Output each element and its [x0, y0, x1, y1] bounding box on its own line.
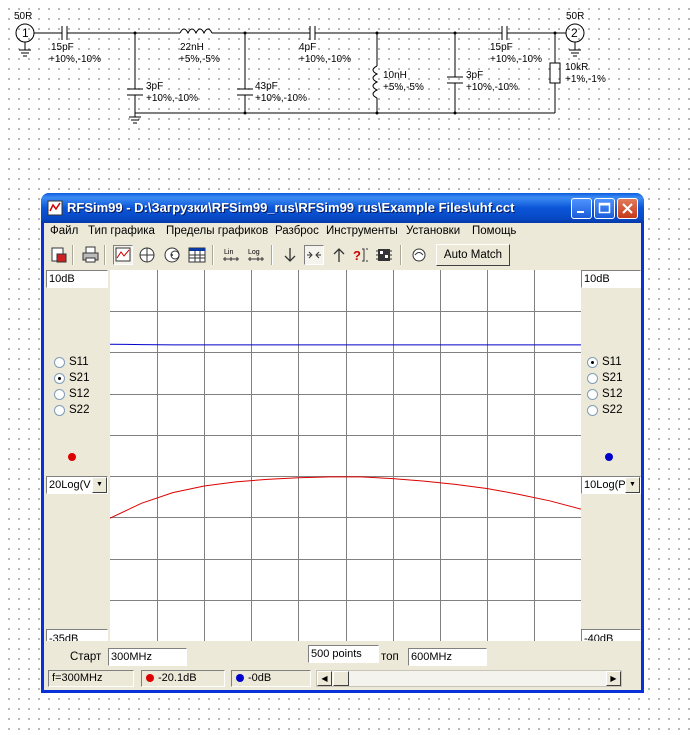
left-format-select[interactable]: 20Log(V ▼ — [46, 476, 108, 494]
l1-value: 22nH — [180, 42, 204, 53]
menu-graph-type[interactable]: Тип графика — [88, 225, 155, 237]
radio-button[interactable] — [54, 405, 65, 416]
trace-s11 — [110, 343, 581, 346]
l2-value: 10nH — [383, 70, 407, 81]
red-dot-icon — [146, 674, 154, 682]
table-icon[interactable] — [187, 245, 207, 265]
c3-tolerance: +10%,-10% — [255, 93, 307, 104]
r1-value: 10kR — [565, 62, 588, 73]
arrow-up-icon[interactable] — [329, 245, 349, 265]
menu-bar: Файл Тип графика Пределы графиков Разбро… — [44, 223, 641, 241]
radio-button[interactable] — [54, 389, 65, 400]
status-red-readout: -20.1dB — [141, 670, 225, 687]
l1-tolerance: +5%,-5% — [179, 54, 220, 65]
polar-plot-icon[interactable] — [137, 245, 157, 265]
menu-file[interactable]: Файл — [50, 225, 78, 237]
c1-tolerance: +10%,-10% — [49, 54, 101, 65]
menu-tolerance[interactable]: Разброс — [275, 225, 319, 237]
radio-button-selected[interactable] — [587, 357, 598, 368]
svg-text:Log: Log — [248, 249, 260, 256]
left-axis-panel: 10dB S11 S21 S12 S22 20Log(V ▼ -35dB — [44, 270, 108, 641]
radio-button[interactable] — [54, 357, 65, 368]
log-scale-icon[interactable]: Log — [246, 245, 266, 265]
status-frequency: f=300MHz — [48, 670, 134, 687]
rect-plot-icon[interactable] — [113, 245, 133, 265]
port1-impedance: 50R — [14, 11, 32, 22]
right-format-select[interactable]: 10Log(P ▼ — [581, 476, 641, 494]
radio-button[interactable] — [587, 389, 598, 400]
start-frequency-input[interactable]: 300MHz — [108, 648, 187, 666]
app-icon — [47, 200, 63, 216]
response-plot — [110, 270, 581, 641]
blue-dot-icon — [236, 674, 244, 682]
minimize-icon — [577, 211, 584, 213]
right-axis-panel: 10dB S11 S21 S12 S22 10Log(P ▼ -40dB — [581, 270, 641, 641]
points-input[interactable]: 500 points — [308, 645, 379, 663]
maximize-button[interactable] — [594, 198, 615, 219]
port2-number: 2 — [571, 26, 578, 40]
l2-tolerance: +5%,-5% — [383, 82, 424, 93]
circuit-schematic: 50R 1 50R 2 15pF +10%,-10% 3pF +10%,-10%… — [14, 11, 606, 124]
radio-button[interactable] — [587, 405, 598, 416]
c5-tolerance: +10%,-10% — [466, 82, 518, 93]
rfsim-window: RFSim99 - D:\Загрузки\RFSim99_rus\RFSim9… — [41, 193, 644, 693]
radio-button[interactable] — [587, 373, 598, 384]
auto-match-button[interactable]: Auto Match — [436, 244, 510, 266]
zoom-in-icon[interactable] — [304, 245, 324, 265]
stop-frequency-input[interactable]: 600MHz — [408, 648, 487, 666]
scroll-right-icon[interactable]: ▶ — [606, 671, 621, 686]
c2-value: 3pF — [146, 81, 163, 92]
help-icon[interactable]: ? — [351, 245, 371, 265]
right-trace-color-dot — [605, 453, 613, 461]
c1-value: 15pF — [51, 42, 74, 53]
right-bottom-limit[interactable]: -40dB — [581, 629, 641, 641]
title-bar[interactable]: RFSim99 - D:\Загрузки\RFSim99_rus\RFSim9… — [41, 193, 644, 223]
right-top-limit[interactable]: 10dB — [581, 270, 641, 288]
menu-help[interactable]: Помощь — [472, 225, 516, 237]
menu-settings[interactable]: Установки — [406, 225, 460, 237]
c3-value: 43pF — [255, 81, 278, 92]
left-top-limit[interactable]: 10dB — [46, 270, 108, 288]
linear-scale-icon[interactable]: Lin — [221, 245, 241, 265]
c6-tolerance: +10%,-10% — [490, 54, 542, 65]
menu-graph-limits[interactable]: Пределы графиков — [166, 225, 268, 237]
radio-button-selected[interactable] — [54, 373, 65, 384]
start-label: Старт — [70, 651, 102, 663]
chevron-down-icon[interactable]: ▼ — [92, 477, 107, 493]
minimize-button[interactable] — [571, 198, 592, 219]
stop-label: топ — [381, 651, 399, 663]
frequency-scrollbar[interactable]: ◀ ▶ — [316, 670, 622, 687]
toolbar: Lin Log ? Auto Match — [44, 242, 641, 268]
printer-icon[interactable] — [81, 245, 101, 265]
c5-value: 3pF — [466, 70, 483, 81]
maximize-icon — [598, 202, 611, 214]
close-icon — [622, 203, 633, 214]
c4-value: 4pF — [299, 42, 316, 53]
scroll-thumb[interactable] — [333, 671, 349, 686]
match-icon[interactable] — [409, 245, 429, 265]
scroll-left-icon[interactable]: ◀ — [317, 671, 332, 686]
smith-chart-icon[interactable] — [162, 245, 182, 265]
trace-s21 — [110, 476, 581, 519]
menu-tools[interactable]: Инструменты — [326, 225, 398, 237]
status-blue-readout: -0dB — [231, 670, 311, 687]
window-title: RFSim99 - D:\Загрузки\RFSim99_rus\RFSim9… — [67, 200, 515, 215]
c6-value: 15pF — [490, 42, 513, 53]
left-trace-color-dot — [68, 453, 76, 461]
left-bottom-limit[interactable]: -35dB — [46, 629, 108, 641]
svg-text:?: ? — [353, 248, 361, 263]
c4-tolerance: +10%,-10% — [299, 54, 351, 65]
port1-number: 1 — [22, 26, 29, 40]
chip-icon[interactable] — [374, 245, 394, 265]
arrow-down-icon[interactable] — [280, 245, 300, 265]
port2-impedance: 50R — [566, 11, 584, 22]
c2-tolerance: +10%,-10% — [146, 93, 198, 104]
r1-tolerance: +1%,-1% — [565, 74, 606, 85]
close-button[interactable] — [617, 198, 638, 219]
svg-text:Lin: Lin — [224, 249, 233, 256]
chevron-down-icon[interactable]: ▼ — [625, 477, 640, 493]
save-print-icon[interactable] — [49, 245, 69, 265]
